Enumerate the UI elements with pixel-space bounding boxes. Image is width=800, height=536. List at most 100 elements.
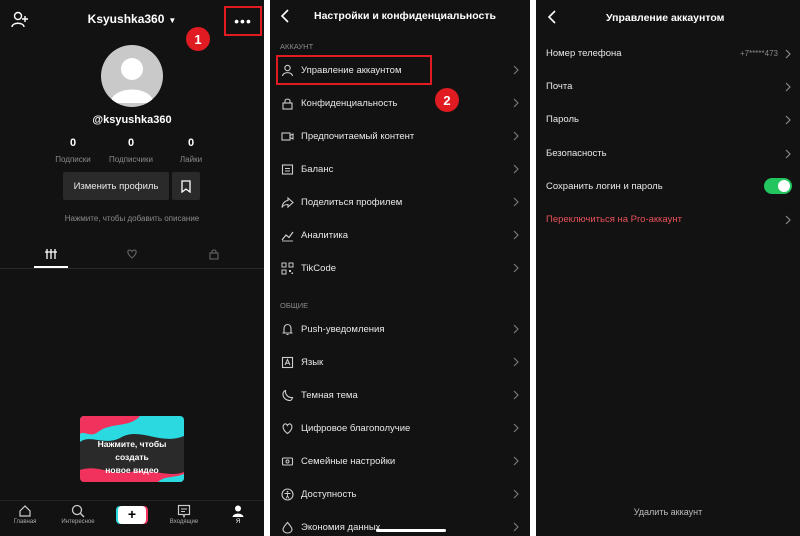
phone-number-value: +7*****473 xyxy=(739,49,778,58)
settings-row-label: Экономия данных xyxy=(301,522,381,533)
settings-row-share[interactable]: Поделиться профилем xyxy=(270,187,530,219)
chevron-right-icon xyxy=(513,324,519,334)
settings-row-label: Темная тема xyxy=(301,390,358,401)
row-label: Сохранить логин и пароль xyxy=(546,181,663,192)
settings-row-moon[interactable]: Темная тема xyxy=(270,380,530,412)
promo-line: создать xyxy=(115,452,149,462)
profile-header: Ksyushka360 ▼ ••• xyxy=(0,0,264,40)
row-label: Пароль xyxy=(546,114,579,125)
profile-handle: @ksyushka360 xyxy=(92,114,172,126)
settings-row-video[interactable]: Предпочитаемый контент xyxy=(270,121,530,153)
settings-row-family[interactable]: Семейные настройки xyxy=(270,446,530,478)
bottom-navigation: Главная Интересное + Входящие Я xyxy=(0,500,264,536)
nav-home[interactable]: Главная xyxy=(3,504,47,525)
search-icon xyxy=(71,504,85,518)
chevron-right-icon xyxy=(785,49,791,59)
nav-label: Интересное xyxy=(61,519,95,525)
password-row[interactable]: Пароль xyxy=(536,106,800,136)
share-icon xyxy=(281,196,294,209)
lock-icon xyxy=(209,249,219,260)
settings-row-analytics[interactable]: Аналитика xyxy=(270,220,530,252)
avatar[interactable] xyxy=(101,45,163,107)
accessibility-icon xyxy=(281,488,294,501)
settings-row-label: Push-уведомления xyxy=(301,324,385,335)
account-management-screen: Управление аккаунтом Номер телефона +7**… xyxy=(536,0,800,536)
create-video-promo[interactable]: Нажмите, чтобы создать новое видео xyxy=(80,416,184,482)
nav-me[interactable]: Я xyxy=(216,504,260,525)
settings-row-data[interactable]: Экономия данных xyxy=(270,512,530,536)
tab-liked[interactable] xyxy=(123,247,141,261)
chevron-right-icon xyxy=(513,230,519,240)
account-title: Управление аккаунтом xyxy=(606,12,725,24)
stat-likes[interactable]: 0 Лайки xyxy=(156,137,226,164)
profile-tabs xyxy=(0,242,264,269)
analytics-icon xyxy=(281,231,294,242)
lock-icon xyxy=(282,98,293,110)
tab-videos[interactable] xyxy=(42,247,60,261)
edit-profile-button[interactable]: Изменить профиль xyxy=(63,172,169,200)
row-label: Номер телефона xyxy=(546,48,622,59)
settings-row-qr[interactable]: TikCode xyxy=(270,253,530,285)
save-login-toggle[interactable] xyxy=(764,178,792,194)
settings-row-label: Язык xyxy=(301,357,324,368)
wellbeing-icon xyxy=(282,423,293,435)
username-text: Ksyushka360 xyxy=(87,12,165,26)
add-bio-hint[interactable]: Нажмите, чтобы добавить описание xyxy=(0,214,264,223)
bookmark-button[interactable] xyxy=(172,172,200,200)
promo-text: Нажмите, чтобы создать новое видео xyxy=(80,438,184,477)
settings-row-accessibility[interactable]: Доступность xyxy=(270,479,530,511)
switch-pro-row[interactable]: Переключиться на Pro-аккаунт xyxy=(536,206,800,236)
settings-row-label: Конфиденциальность xyxy=(301,98,398,109)
language-icon xyxy=(281,356,294,369)
chevron-right-icon xyxy=(785,82,791,92)
settings-title: Настройки и конфиденциальность xyxy=(314,10,496,22)
phone-number-row[interactable]: Номер телефона +7*****473 xyxy=(536,40,800,70)
caret-down-icon: ▼ xyxy=(168,16,177,25)
row-label: Переключиться на Pro-аккаунт xyxy=(546,214,682,225)
section-header-account: АККАУНТ xyxy=(280,42,314,51)
chevron-right-icon xyxy=(513,423,519,433)
tab-private[interactable] xyxy=(205,247,223,261)
profile-icon xyxy=(232,505,244,517)
nav-label: Входящие xyxy=(169,519,199,525)
back-arrow-icon[interactable] xyxy=(547,10,557,24)
grid-icon xyxy=(45,249,57,259)
settings-row-language[interactable]: Язык xyxy=(270,347,530,379)
home-icon xyxy=(19,505,31,517)
security-row[interactable]: Безопасность xyxy=(536,140,800,170)
more-dots-icon: ••• xyxy=(234,13,252,29)
chevron-right-icon xyxy=(513,98,519,108)
settings-row-wallet[interactable]: Баланс xyxy=(270,154,530,186)
nav-discover[interactable]: Интересное xyxy=(56,504,100,525)
chevron-right-icon xyxy=(513,357,519,367)
save-login-row: Сохранить логин и пароль xyxy=(536,173,800,203)
nav-inbox[interactable]: Входящие xyxy=(162,504,206,525)
stat-number: 0 xyxy=(187,137,195,149)
settings-row-label: Доступность xyxy=(301,489,357,500)
more-options-button[interactable]: ••• xyxy=(224,6,262,36)
settings-row-lock[interactable]: Конфиденциальность xyxy=(270,88,530,120)
settings-row-label: Баланс xyxy=(301,164,334,175)
back-arrow-icon[interactable] xyxy=(280,9,290,23)
settings-row-bell[interactable]: Push-уведомления xyxy=(270,314,530,346)
family-icon xyxy=(281,457,294,466)
profile-screen: Ksyushka360 ▼ ••• 1 @ksyushka360 0 Подпис… xyxy=(0,0,264,536)
email-row[interactable]: Почта xyxy=(536,73,800,103)
step-badge-1: 1 xyxy=(186,27,210,51)
delete-account-button[interactable]: Удалить аккаунт xyxy=(536,507,800,517)
active-tab-indicator xyxy=(34,266,68,268)
home-indicator xyxy=(376,529,446,532)
settings-row-wellbeing[interactable]: Цифровое благополучие xyxy=(270,413,530,445)
create-video-button[interactable]: + xyxy=(118,506,146,524)
stat-label: Лайки xyxy=(179,155,203,164)
chevron-right-icon xyxy=(513,489,519,499)
chevron-right-icon xyxy=(785,149,791,159)
heart-icon xyxy=(127,249,137,259)
settings-row-label: Предпочитаемый контент xyxy=(301,131,415,142)
chevron-right-icon xyxy=(513,65,519,75)
bookmark-icon xyxy=(181,179,191,193)
row-label: Почта xyxy=(546,81,573,92)
chevron-right-icon xyxy=(785,115,791,125)
chevron-right-icon xyxy=(513,456,519,466)
promo-line: Нажмите, чтобы xyxy=(97,439,167,449)
